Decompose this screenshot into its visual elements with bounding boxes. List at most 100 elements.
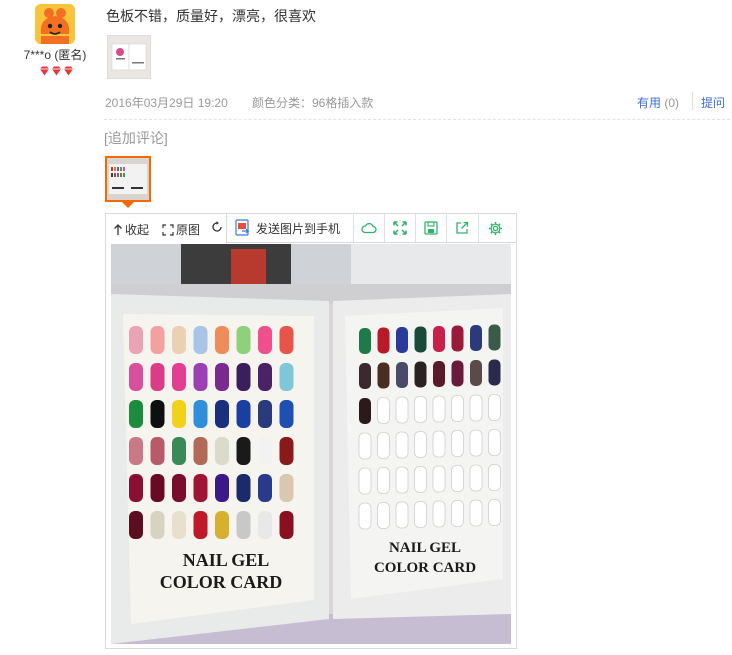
- viewer-toolbar: 收起 原图 发送图片到手机: [106, 213, 517, 244]
- nail-polish-swatch: [150, 474, 165, 502]
- nail-polish-swatch: [129, 326, 143, 354]
- share-button[interactable]: [447, 214, 477, 242]
- divider: [692, 92, 693, 110]
- review-photo-thumbnail[interactable]: [107, 35, 151, 79]
- review-text: 色板不错，质量好，漂亮，很喜欢: [106, 8, 316, 24]
- nail-polish-swatch: [193, 363, 208, 391]
- cloud-save-button[interactable]: [354, 214, 384, 242]
- nail-polish-swatch: [215, 511, 229, 539]
- collapse-label: 收起: [125, 223, 150, 237]
- divider: [104, 119, 730, 120]
- empty-swatch-slot: [488, 429, 501, 456]
- fullscreen-button[interactable]: [385, 214, 415, 242]
- nail-polish-swatch: [359, 363, 371, 389]
- empty-swatch-slot: [358, 432, 372, 460]
- username[interactable]: 7***o (匿名): [0, 46, 110, 63]
- save-image-button[interactable]: [416, 214, 446, 242]
- empty-swatch-slot: [488, 499, 501, 526]
- settings-button[interactable]: [480, 214, 510, 242]
- arrow-up-icon: [114, 223, 122, 235]
- nail-polish-swatch: [279, 363, 294, 391]
- nail-polish-swatch: [129, 363, 143, 391]
- nail-polish-swatch: [193, 437, 208, 465]
- send-to-phone-button[interactable]: 发送图片到手机: [235, 219, 340, 237]
- nail-polish-swatch: [150, 363, 165, 391]
- empty-swatch-slot: [469, 464, 483, 492]
- empty-swatch-slot: [377, 397, 390, 424]
- image-viewer: 收起 原图 发送图片到手机 NAIL GEL COLOR CARD NAIL G…: [105, 213, 517, 649]
- nail-polish-swatch: [279, 437, 294, 465]
- nail-polish-swatch: [236, 474, 251, 502]
- nail-polish-swatch: [236, 400, 251, 428]
- card-title-line2-right: COLOR CARD: [374, 560, 476, 576]
- user-avatar[interactable]: [35, 4, 75, 44]
- buyer-rank-badges: [36, 66, 76, 78]
- nail-polish-swatch: [172, 363, 186, 391]
- empty-swatch-slot: [469, 394, 483, 422]
- nail-polish-swatch: [172, 474, 186, 502]
- collapse-button[interactable]: 收起: [113, 221, 149, 238]
- nail-polish-swatch: [172, 326, 186, 354]
- empty-swatch-slot: [451, 500, 464, 527]
- nail-polish-swatch: [258, 326, 272, 354]
- card-title-line1-right: NAIL GEL: [389, 540, 461, 556]
- empty-swatch-slot: [451, 395, 464, 422]
- send-to-phone-toolbar: 发送图片到手机: [226, 213, 517, 243]
- nail-polish-swatch: [129, 400, 143, 428]
- taobao-mascot-icon: [35, 4, 75, 44]
- nail-polish-swatch: [150, 511, 165, 539]
- nail-polish-swatch: [236, 511, 251, 539]
- fullscreen-icon: [393, 221, 407, 235]
- empty-swatch-slot: [358, 502, 372, 530]
- nail-polish-swatch: [258, 511, 272, 539]
- empty-swatch-slot: [377, 502, 390, 529]
- nail-gel-color-card-photo: NAIL GEL COLOR CARD NAIL GEL COLOR CARD: [111, 244, 511, 644]
- review-meta: 2016年03月29日 19:20 颜色分类：96格插入款 有用 (0) 提问: [104, 92, 730, 114]
- photo-thumbnail-image: [107, 158, 149, 200]
- nail-polish-swatch: [470, 360, 482, 386]
- nail-polish-swatch: [451, 325, 464, 352]
- original-image-button[interactable]: 原图: [162, 221, 200, 238]
- cloud-icon: [361, 222, 377, 234]
- nail-polish-swatch: [279, 474, 294, 502]
- empty-swatch-slot: [469, 499, 483, 527]
- nail-polish-swatch: [396, 327, 408, 353]
- followup-review-title: [追加评论]: [104, 130, 168, 146]
- nail-polish-swatch: [236, 326, 251, 354]
- red-diamond-icon: [63, 66, 73, 76]
- nail-polish-swatch: [236, 363, 251, 391]
- red-diamond-icon: [39, 66, 49, 76]
- nail-polish-swatch: [150, 326, 165, 354]
- empty-swatch-slot: [451, 430, 464, 457]
- nail-polish-swatch: [396, 362, 408, 388]
- nail-polish-swatch: [488, 359, 501, 386]
- empty-swatch-slot: [432, 395, 446, 423]
- expand-icon: [162, 223, 174, 236]
- empty-swatch-slot: [414, 396, 427, 423]
- followup-photo-thumbnail[interactable]: [105, 156, 151, 202]
- nail-polish-swatch: [172, 511, 186, 539]
- empty-swatch-slot: [432, 465, 446, 493]
- nail-polish-swatch: [172, 437, 186, 465]
- empty-swatch-slot: [469, 429, 483, 457]
- nail-polish-swatch: [258, 474, 272, 502]
- rotate-button[interactable]: [211, 221, 223, 233]
- rotate-icon: [212, 221, 222, 232]
- empty-swatch-slot: [395, 466, 409, 494]
- useful-button[interactable]: 有用 (0): [637, 94, 679, 111]
- empty-swatch-slot: [395, 501, 409, 529]
- card-title-line1: NAIL GEL: [183, 550, 270, 570]
- nail-polish-swatch: [258, 363, 272, 391]
- nail-polish-swatch: [258, 437, 272, 465]
- empty-swatch-slot: [414, 431, 427, 458]
- original-image-label: 原图: [176, 223, 201, 237]
- review-photo-large[interactable]: NAIL GEL COLOR CARD NAIL GEL COLOR CARD: [111, 244, 511, 644]
- send-image-icon: [235, 219, 250, 236]
- nail-polish-swatch: [150, 437, 165, 465]
- nail-polish-swatch: [279, 511, 294, 539]
- ask-question-button[interactable]: 提问: [701, 94, 725, 111]
- nail-polish-swatch: [433, 361, 445, 387]
- empty-swatch-slot: [432, 430, 446, 458]
- empty-swatch-slot: [395, 431, 409, 459]
- empty-swatch-slot: [395, 396, 409, 424]
